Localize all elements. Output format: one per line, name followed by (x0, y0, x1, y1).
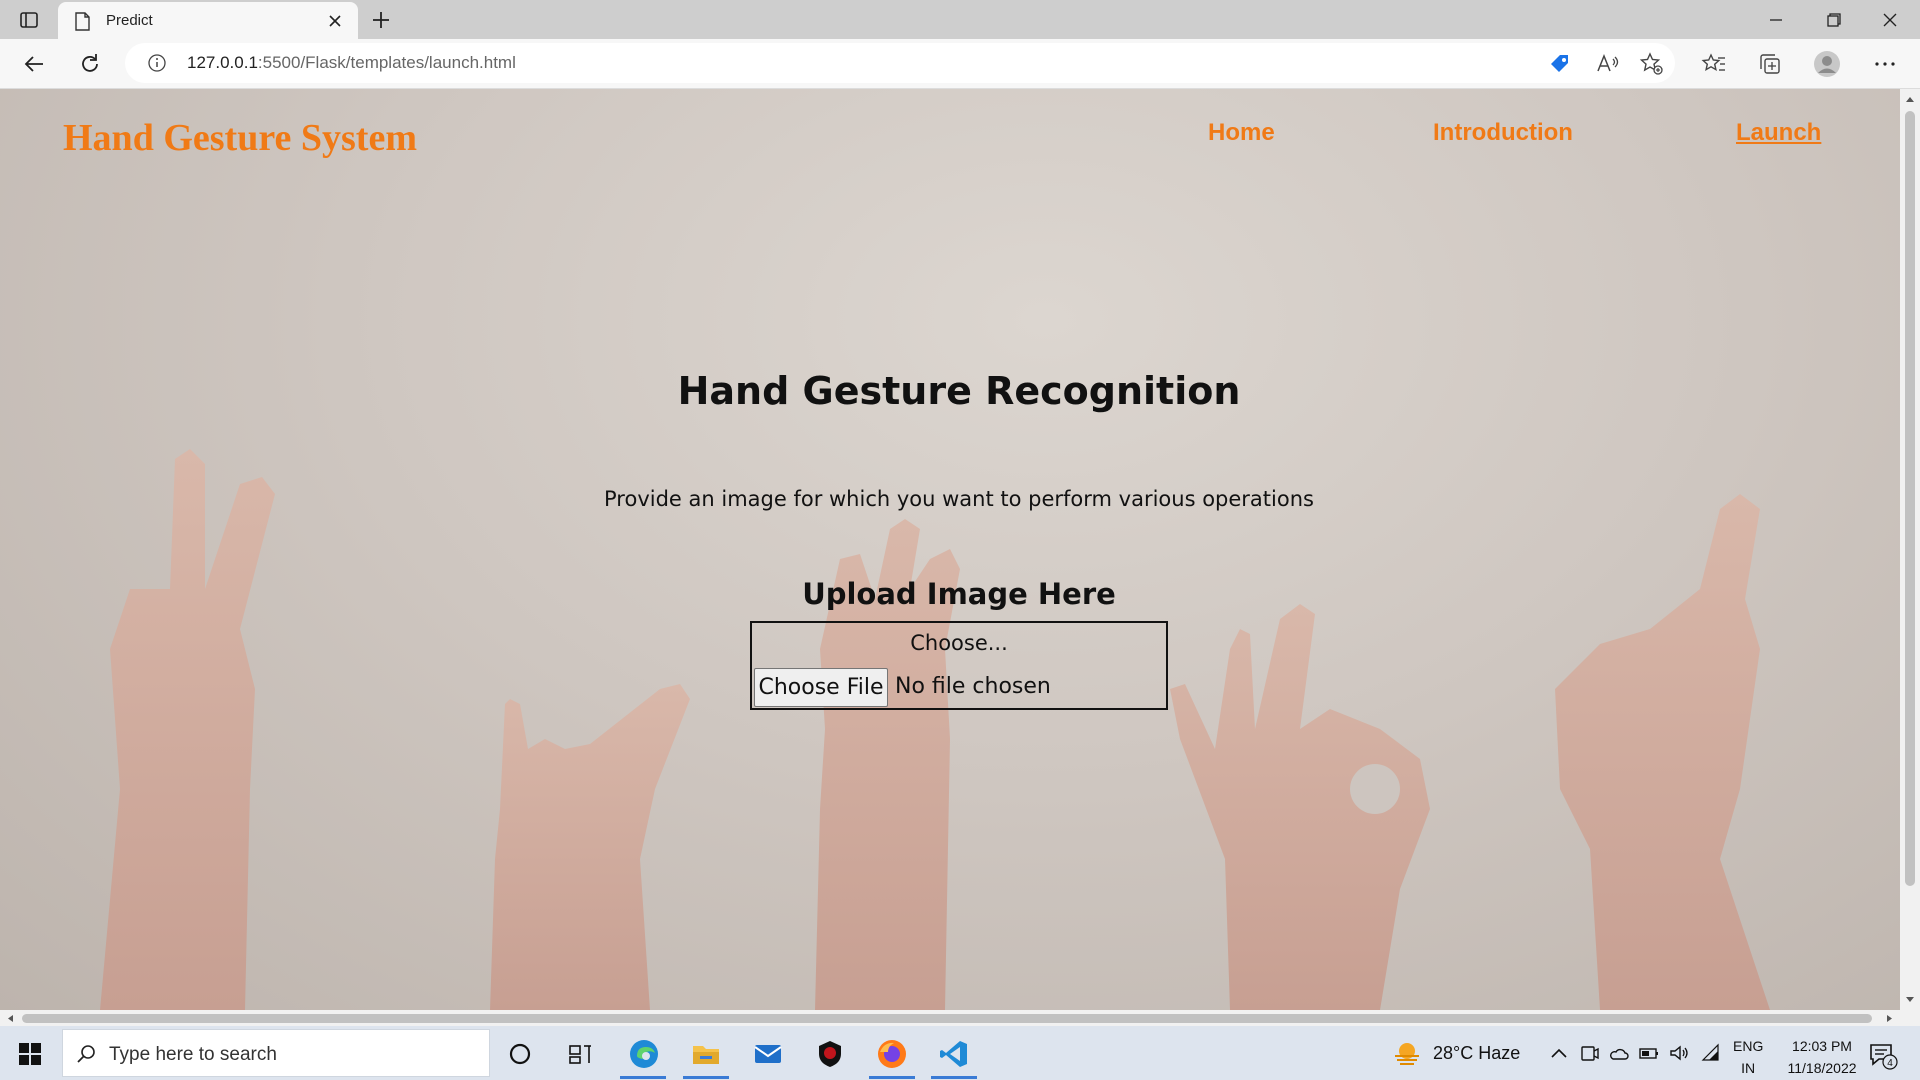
windows-taskbar: Type here to search 28°C Haze ENG IN 12:… (0, 1026, 1920, 1080)
security-app-icon[interactable] (814, 1038, 846, 1070)
explorer-active-indicator (683, 1076, 729, 1079)
weather-haze-icon[interactable] (1392, 1040, 1422, 1068)
search-placeholder: Type here to search (109, 1044, 277, 1065)
site-info-icon[interactable] (147, 53, 167, 73)
mail-icon[interactable] (752, 1038, 784, 1070)
more-options-icon[interactable] (1871, 50, 1899, 78)
upload-form: Choose... Choose File No file chosen (750, 621, 1168, 710)
meet-now-icon[interactable] (1578, 1042, 1600, 1064)
choose-label: Choose... (910, 631, 1008, 655)
tab-bar: Predict (0, 0, 1920, 39)
favorites-icon[interactable] (1700, 50, 1728, 78)
site-brand[interactable]: Hand Gesture System (63, 116, 417, 160)
volume-icon[interactable] (1668, 1042, 1690, 1064)
read-aloud-icon[interactable] (1593, 50, 1621, 78)
weather-text[interactable]: 28°C Haze (1433, 1043, 1520, 1064)
nav-home-link[interactable]: Home (1208, 119, 1275, 147)
edge-active-indicator (620, 1076, 666, 1079)
choose-file-button[interactable]: Choose File (754, 668, 888, 707)
nav-introduction-link[interactable]: Introduction (1433, 119, 1573, 147)
task-view-icon[interactable] (565, 1038, 597, 1070)
wifi-icon[interactable] (1700, 1042, 1722, 1064)
browser-tab[interactable]: Predict (58, 2, 358, 39)
horizontal-scrollbar[interactable] (0, 1010, 1900, 1026)
page-icon (75, 12, 90, 31)
system-clock[interactable]: 12:03 PM 11/18/2022 (1772, 1035, 1872, 1079)
firefox-active-indicator (869, 1076, 915, 1079)
tab-title: Predict (106, 12, 153, 29)
page-description: Provide an image for which you want to p… (604, 487, 1314, 511)
browser-toolbar: 127.0.0.1:5500/Flask/templates/launch.ht… (0, 39, 1920, 89)
file-explorer-icon[interactable] (690, 1038, 722, 1070)
scroll-left-icon[interactable] (6, 1014, 14, 1023)
region-code: IN (1741, 1060, 1756, 1076)
scroll-up-icon[interactable] (1905, 95, 1915, 103)
minimize-icon[interactable] (1756, 6, 1796, 34)
add-favorite-icon[interactable] (1638, 50, 1666, 78)
battery-icon[interactable] (1638, 1042, 1660, 1064)
language-code: ENG (1733, 1038, 1764, 1054)
notification-count: 4 (1887, 1058, 1893, 1069)
url-path: :5500/Flask/templates/launch.html (257, 53, 516, 72)
close-tab-icon[interactable] (324, 10, 346, 32)
vertical-scrollbar[interactable] (1900, 89, 1920, 1010)
tab-actions-icon[interactable] (18, 9, 40, 31)
page-heading: Hand Gesture Recognition (677, 369, 1241, 413)
back-icon[interactable] (20, 50, 48, 78)
scroll-down-icon[interactable] (1905, 996, 1915, 1004)
shopping-tag-icon[interactable] (1546, 50, 1574, 78)
edge-browser-icon[interactable] (628, 1038, 660, 1070)
url-host: 127.0.0.1 (187, 53, 258, 72)
upload-title: Upload Image Here (802, 577, 1116, 611)
page-viewport: Hand Gesture System Home Introduction La… (0, 89, 1900, 1010)
vertical-scroll-thumb[interactable] (1905, 111, 1915, 886)
notification-center-icon[interactable]: 4 (1868, 1040, 1898, 1070)
onedrive-icon[interactable] (1608, 1042, 1630, 1064)
url-text[interactable]: 127.0.0.1:5500/Flask/templates/launch.ht… (187, 53, 516, 73)
cortana-icon[interactable] (504, 1038, 536, 1070)
show-hidden-icons-chevron-icon[interactable] (1548, 1042, 1570, 1064)
restore-icon[interactable] (1813, 6, 1853, 34)
input-language[interactable]: ENG IN (1733, 1035, 1763, 1079)
scroll-corner (1900, 1010, 1920, 1026)
clock-time: 12:03 PM (1792, 1038, 1852, 1054)
windows-start-icon[interactable] (18, 1042, 42, 1066)
clock-date: 11/18/2022 (1787, 1060, 1857, 1076)
collections-icon[interactable] (1756, 50, 1784, 78)
nav-launch-link[interactable]: Launch (1736, 119, 1821, 147)
vscode-active-indicator (931, 1076, 977, 1079)
address-bar[interactable]: 127.0.0.1:5500/Flask/templates/launch.ht… (125, 43, 1675, 83)
hands-background-image (100, 449, 1770, 1010)
vscode-icon[interactable] (938, 1038, 970, 1070)
taskbar-search-box[interactable]: Type here to search (62, 1029, 490, 1077)
file-status-text: No file chosen (895, 674, 1051, 699)
refresh-icon[interactable] (76, 50, 104, 78)
close-window-icon[interactable] (1870, 6, 1910, 34)
search-icon (77, 1045, 95, 1063)
scroll-right-icon[interactable] (1886, 1014, 1894, 1023)
profile-avatar-icon[interactable] (1813, 50, 1841, 78)
new-tab-icon[interactable] (368, 7, 394, 33)
firefox-icon[interactable] (876, 1038, 908, 1070)
horizontal-scroll-thumb[interactable] (22, 1014, 1872, 1023)
